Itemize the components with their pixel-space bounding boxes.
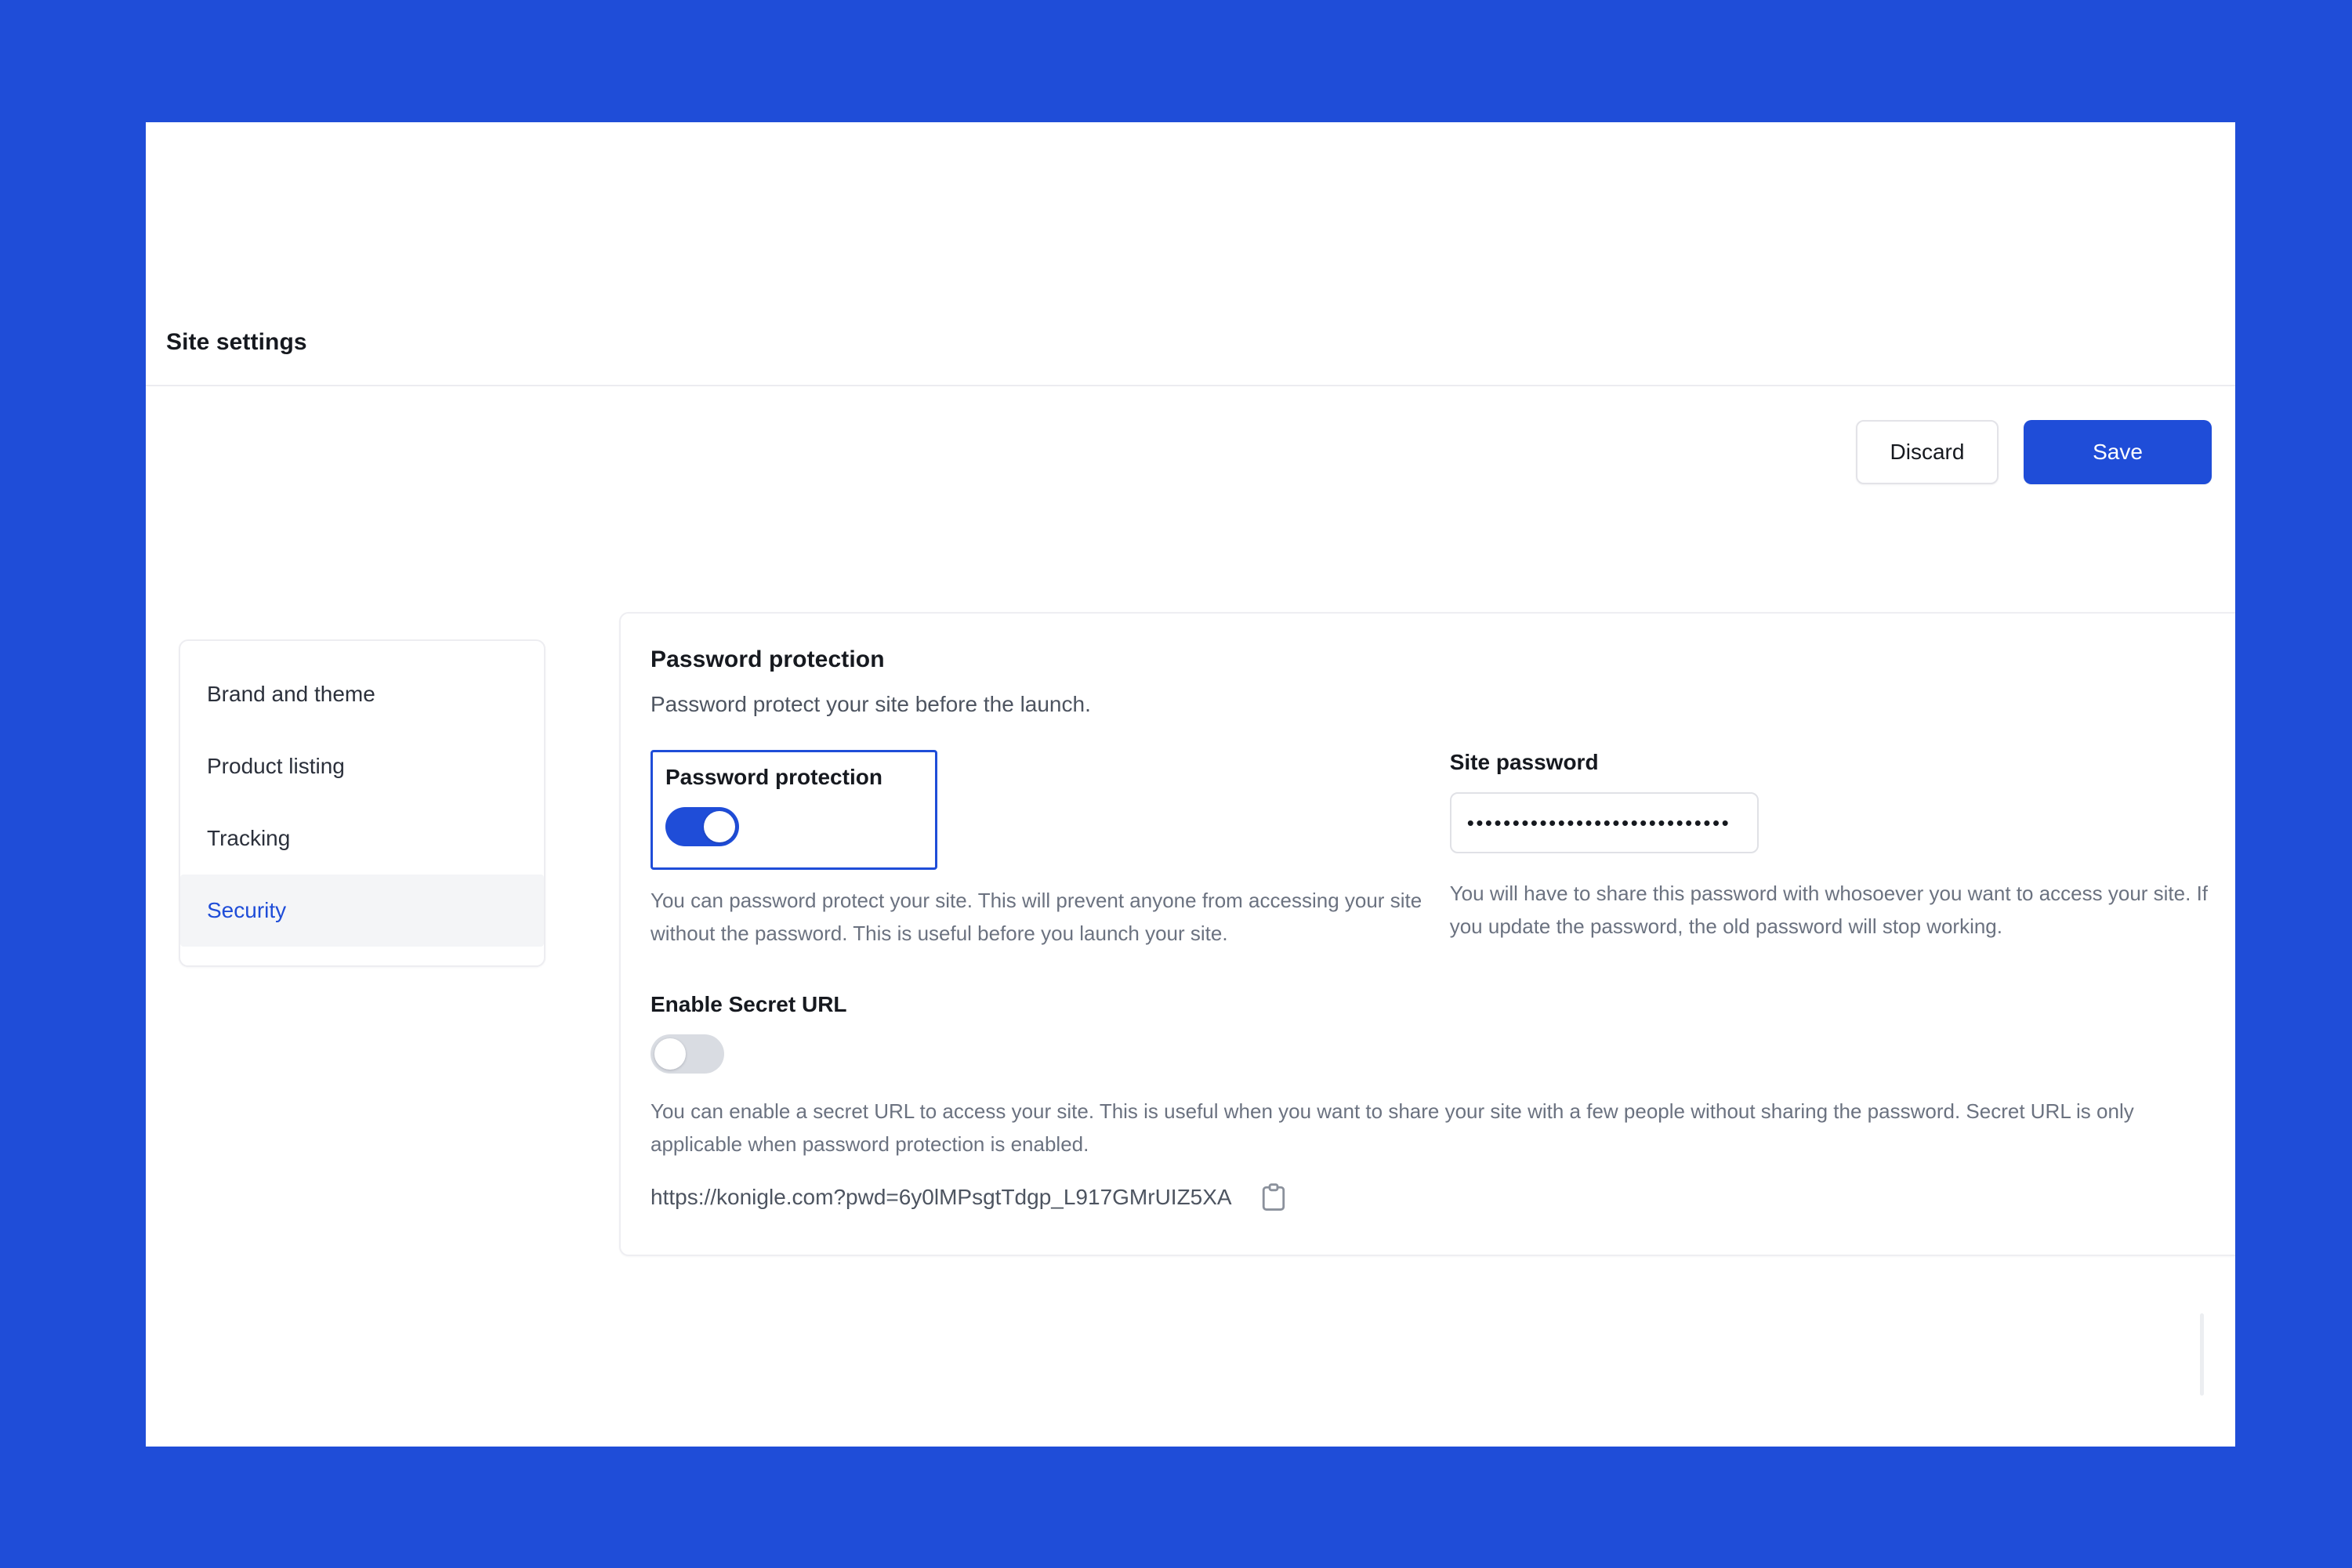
site-password-help: You will have to share this password wit… — [1449, 882, 2209, 939]
password-protection-column: Password protection You can password pro… — [651, 750, 1431, 950]
toggle-knob — [654, 1038, 686, 1070]
secret-url-label: Enable Secret URL — [651, 992, 847, 1017]
password-protection-card: Password protection Password protect you… — [619, 612, 2235, 1257]
toggle-knob — [704, 811, 735, 842]
vertical-scrollbar[interactable] — [2200, 1313, 2204, 1396]
clipboard-icon[interactable] — [1260, 1182, 1287, 1212]
site-password-input[interactable]: ••••••••••••••••••••••••••••• — [1449, 792, 1759, 853]
settings-columns: Password protection You can password pro… — [651, 750, 2212, 950]
site-password-column: Site password ••••••••••••••••••••••••••… — [1431, 750, 2212, 943]
sidebar-item-product-listing[interactable]: Product listing — [180, 730, 544, 802]
app-window: Site settings Discard Save Brand and the… — [146, 122, 2235, 1447]
save-button[interactable]: Save — [2024, 420, 2212, 484]
section-title: Password protection — [651, 646, 885, 672]
action-bar: Discard Save — [1856, 420, 2212, 484]
title-bar: Site settings — [146, 122, 2235, 386]
secret-url-toggle[interactable] — [651, 1034, 724, 1074]
settings-sidebar: Brand and theme Product listing Tracking… — [179, 639, 545, 967]
sidebar-item-label: Tracking — [207, 826, 291, 850]
password-protection-focus-box[interactable]: Password protection — [651, 750, 937, 870]
sidebar-item-brand-and-theme[interactable]: Brand and theme — [180, 658, 544, 730]
sidebar-item-label: Security — [207, 898, 287, 922]
password-protection-help: You can password protect your site. This… — [651, 889, 1422, 946]
page-title: Site settings — [166, 329, 307, 355]
secret-url-value: https://konigle.com?pwd=6y0lMPsgtTdgp_L9… — [651, 1185, 1232, 1210]
sidebar-item-tracking[interactable]: Tracking — [180, 802, 544, 875]
discard-button[interactable]: Discard — [1856, 420, 1999, 484]
password-protection-toggle[interactable] — [665, 807, 739, 846]
secret-url-row: https://konigle.com?pwd=6y0lMPsgtTdgp_L9… — [651, 1182, 2212, 1212]
secret-url-help: You can enable a secret URL to access yo… — [651, 1099, 2134, 1157]
sidebar-item-label: Brand and theme — [207, 682, 375, 706]
section-subtitle: Password protect your site before the la… — [651, 692, 1091, 716]
password-protection-label: Password protection — [665, 765, 882, 789]
secret-url-section: Enable Secret URL You can enable a secre… — [651, 992, 2212, 1212]
sidebar-item-security[interactable]: Security — [180, 875, 544, 947]
site-password-label: Site password — [1449, 750, 1599, 774]
sidebar-item-label: Product listing — [207, 754, 345, 778]
